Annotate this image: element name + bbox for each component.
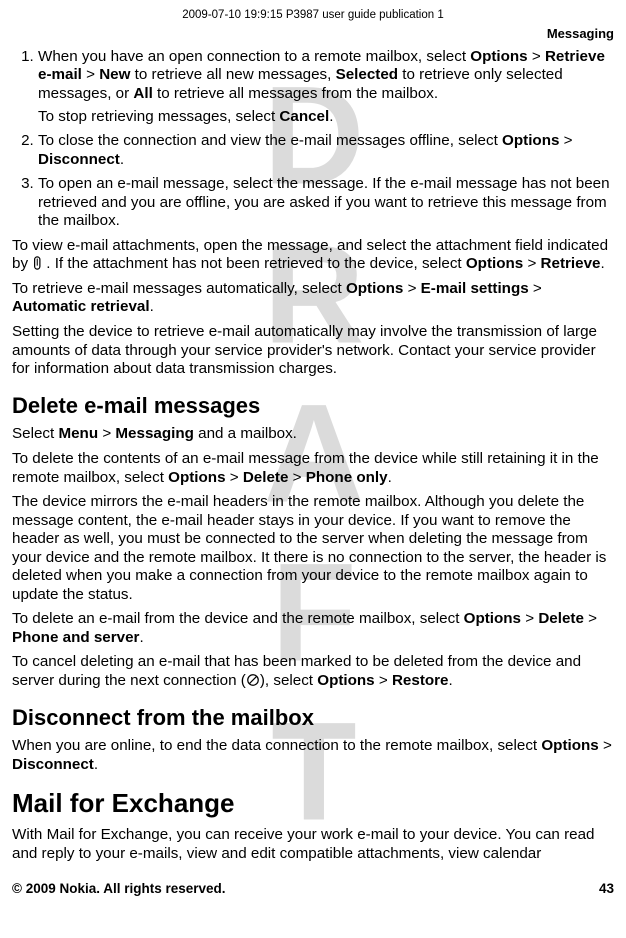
copyright-text: © 2009 Nokia. All rights reserved. [12,881,226,897]
bold: Menu [58,425,98,442]
text: to retrieve all messages from the mailbo… [153,85,438,102]
step-1: When you have an open connection to a re… [38,48,614,126]
bold: Delete [538,610,584,627]
text: and a mailbox. [194,425,297,442]
bold: Phone only [306,469,388,486]
bold: Selected [336,66,398,83]
sep: > [599,737,612,754]
bold: Cancel [279,108,329,125]
numbered-steps: When you have an open connection to a re… [12,48,614,231]
bold: Disconnect [38,151,120,168]
paragraph-del1: Select Menu > Messaging and a mailbox. [12,425,614,444]
bold: Messaging [115,425,194,442]
paragraph-del4: To delete an e-mail from the device and … [12,610,614,647]
bold: New [99,66,130,83]
paragraph-del2: To delete the contents of an e-mail mess… [12,450,614,487]
bold: Delete [243,469,289,486]
bold: All [133,85,152,102]
text: . [150,298,154,315]
document-header-meta: 2009-07-10 19:9:15 P3987 user guide publ… [12,8,614,22]
text: Select [12,425,58,442]
step-2: To close the connection and view the e-m… [38,132,614,169]
bold: Options [466,255,523,272]
bold: Disconnect [12,756,94,773]
text: . [139,629,143,646]
bold: Phone and server [12,629,139,646]
paragraph-auto-retrieval: To retrieve e-mail messages automaticall… [12,280,614,317]
paragraph-auto-note: Setting the device to retrieve e-mail au… [12,323,614,379]
sep: > [226,469,243,486]
step-1-sub: To stop retrieving messages, select Canc… [38,108,614,127]
paragraph-disconnect: When you are online, to end the data con… [12,737,614,774]
bold: Restore [392,672,449,689]
sep: > [403,280,420,297]
bold: Options [317,672,374,689]
sep: > [523,255,540,272]
section-label: Messaging [12,26,614,42]
text: . [388,469,392,486]
heading-delete-email: Delete e-mail messages [12,393,614,420]
bold: Options [502,132,559,149]
text: To close the connection and view the e-m… [38,132,502,149]
step-3: To open an e-mail message, select the me… [38,175,614,231]
paragraph-attachments: To view e-mail attachments, open the mes… [12,237,614,274]
sep: > [98,425,115,442]
bold: Options [470,48,527,65]
bold: Options [346,280,403,297]
text: To delete an e-mail from the device and … [12,610,464,627]
sep: > [82,66,99,83]
attachment-icon [32,256,46,270]
text: To stop retrieving messages, select [38,108,279,125]
paragraph-del3: The device mirrors the e-mail headers in… [12,493,614,604]
sep: > [529,280,542,297]
text: . [94,756,98,773]
text: To retrieve e-mail messages automaticall… [12,280,346,297]
sep: > [521,610,538,627]
marked-delete-icon [246,673,260,687]
heading-mail-for-exchange: Mail for Exchange [12,788,614,820]
sep: > [584,610,597,627]
bold: Options [541,737,598,754]
sep: > [559,132,572,149]
bold: Options [168,469,225,486]
text: When you are online, to end the data con… [12,737,541,754]
bold: Automatic retrieval [12,298,150,315]
sep: > [528,48,545,65]
bold: Options [464,610,521,627]
text: . If the attachment has not been retriev… [46,255,466,272]
heading-disconnect: Disconnect from the mailbox [12,705,614,732]
paragraph-del5: To cancel deleting an e-mail that has be… [12,653,614,690]
text: When you have an open connection to a re… [38,48,470,65]
text: ), select [260,672,317,689]
paragraph-mfe: With Mail for Exchange, you can receive … [12,826,614,863]
text: . [120,151,124,168]
text: . [601,255,605,272]
page-number: 43 [599,881,614,897]
text: . [329,108,333,125]
text: . [449,672,453,689]
page-footer: © 2009 Nokia. All rights reserved. 43 [12,881,614,897]
bold: Retrieve [541,255,601,272]
step-1-text: When you have an open connection to a re… [38,48,605,102]
text: To open an e-mail message, select the me… [38,175,610,229]
sep: > [288,469,305,486]
bold: E-mail settings [421,280,529,297]
text: to retrieve all new messages, [130,66,335,83]
sep: > [375,672,392,689]
